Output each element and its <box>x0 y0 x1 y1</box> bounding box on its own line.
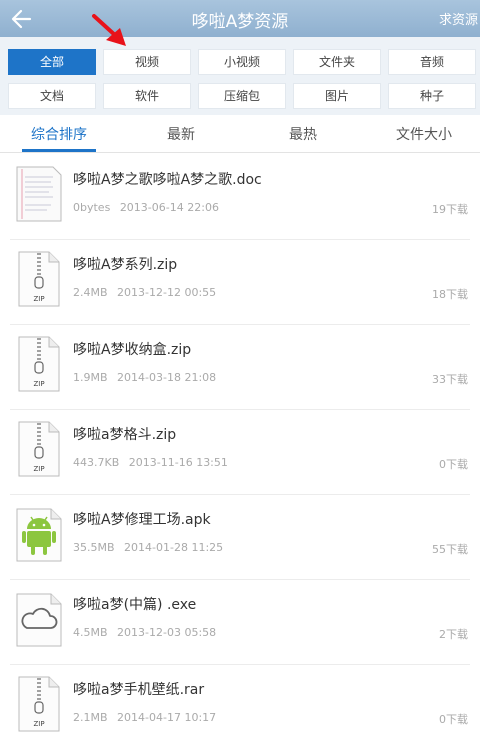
cloud-file-icon <box>16 593 62 647</box>
svg-text:ZIP: ZIP <box>33 465 44 473</box>
file-date: 2014-03-18 21:08 <box>117 371 217 384</box>
page-title: 哆啦A梦资源 <box>191 12 289 32</box>
file-size: 1.9MB <box>73 371 108 384</box>
file-date: 2013-11-16 13:51 <box>128 456 228 469</box>
svg-text:ZIP: ZIP <box>33 295 44 303</box>
file-size: 2.1MB <box>73 711 108 724</box>
filter-software[interactable]: 软件 <box>103 83 191 109</box>
filter-audio[interactable]: 音频 <box>388 49 476 75</box>
file-name: 哆啦A梦收纳盒.zip <box>73 342 192 358</box>
file-size: 2.4MB <box>73 286 108 299</box>
file-size: 35.5MB <box>73 541 115 554</box>
filter-image[interactable]: 图片 <box>293 83 381 109</box>
download-count: 2下载 <box>439 628 468 641</box>
filter-short-video[interactable]: 小视频 <box>198 49 286 75</box>
file-meta: 2.1MB 2014-04-17 10:17 <box>73 711 222 724</box>
list-item[interactable]: 哆啦A梦修理工场.apk 35.5MB 2014-01-28 11:25 55下… <box>0 495 480 580</box>
list-item[interactable]: ZIP 哆啦A梦系列.zip 2.4MB 2013-12-12 00:55 18… <box>0 240 480 325</box>
download-count: 0下载 <box>439 713 468 726</box>
file-meta: 35.5MB 2014-01-28 11:25 <box>73 541 229 554</box>
file-name: 哆啦A梦系列.zip <box>73 257 178 273</box>
list-item[interactable]: ZIP 哆啦A梦收纳盒.zip 1.9MB 2014-03-18 21:08 3… <box>0 325 480 410</box>
file-meta: 2.4MB 2013-12-12 00:55 <box>73 286 222 299</box>
category-filter-panel: 全部 视频 小视频 文件夹 音频 文档 软件 压缩包 图片 种子 <box>0 37 480 115</box>
download-count: 18下载 <box>432 288 468 301</box>
tab-hottest[interactable]: 最热 <box>253 124 353 144</box>
tab-file-size[interactable]: 文件大小 <box>374 124 474 144</box>
list-item[interactable]: ZIP 哆啦a梦手机壁纸.rar 2.1MB 2014-04-17 10:17 … <box>0 665 480 750</box>
zip-file-icon: ZIP <box>18 421 60 477</box>
svg-text:ZIP: ZIP <box>33 380 44 388</box>
sort-tabs: 综合排序 最新 最热 文件大小 <box>0 115 480 153</box>
file-meta: 0bytes 2013-06-14 22:06 <box>73 201 225 214</box>
filter-video[interactable]: 视频 <box>103 49 191 75</box>
top-bar: 哆啦A梦资源 求资源 <box>0 0 480 37</box>
file-date: 2014-04-17 10:17 <box>117 711 217 724</box>
file-name: 哆啦A梦之歌哆啦A梦之歌.doc <box>73 172 262 188</box>
android-apk-icon <box>16 508 62 562</box>
zip-file-icon: ZIP <box>18 251 60 307</box>
list-item[interactable]: ZIP 哆啦a梦格斗.zip 443.7KB 2013-11-16 13:51 … <box>0 410 480 495</box>
filter-all[interactable]: 全部 <box>8 49 96 75</box>
file-name: 哆啦a梦格斗.zip <box>73 427 177 443</box>
filter-archive[interactable]: 压缩包 <box>198 83 286 109</box>
file-meta: 443.7KB 2013-11-16 13:51 <box>73 456 234 469</box>
list-item[interactable]: 哆啦A梦之歌哆啦A梦之歌.doc 0bytes 2013-06-14 22:06… <box>0 155 480 240</box>
request-resource-button[interactable]: 求资源 <box>439 9 478 28</box>
file-name: 哆啦a梦手机壁纸.rar <box>73 682 205 698</box>
filter-torrent[interactable]: 种子 <box>388 83 476 109</box>
download-count: 0下载 <box>439 458 468 471</box>
zip-file-icon: ZIP <box>18 336 60 392</box>
file-size: 443.7KB <box>73 456 120 469</box>
doc-file-icon <box>16 166 62 222</box>
download-count: 55下载 <box>432 543 468 556</box>
file-size: 0bytes <box>73 201 111 214</box>
tab-comprehensive[interactable]: 综合排序 <box>9 124 109 144</box>
file-size: 4.5MB <box>73 626 108 639</box>
file-meta: 1.9MB 2014-03-18 21:08 <box>73 371 222 384</box>
filter-document[interactable]: 文档 <box>8 83 96 109</box>
zip-file-icon: ZIP <box>18 676 60 732</box>
filter-folder[interactable]: 文件夹 <box>293 49 381 75</box>
download-count: 19下载 <box>432 203 468 216</box>
tab-newest[interactable]: 最新 <box>131 124 231 144</box>
active-tab-indicator <box>22 149 96 152</box>
file-name: 哆啦A梦修理工场.apk <box>73 512 211 528</box>
file-meta: 4.5MB 2013-12-03 05:58 <box>73 626 222 639</box>
file-date: 2013-06-14 22:06 <box>119 201 219 214</box>
list-item[interactable]: 哆啦a梦(中篇) .exe 4.5MB 2013-12-03 05:58 2下载 <box>0 580 480 665</box>
file-date: 2013-12-12 00:55 <box>117 286 217 299</box>
svg-text:ZIP: ZIP <box>33 720 44 728</box>
file-date: 2013-12-03 05:58 <box>117 626 217 639</box>
download-count: 33下载 <box>432 373 468 386</box>
file-name: 哆啦a梦(中篇) .exe <box>73 597 197 613</box>
file-date: 2014-01-28 11:25 <box>124 541 224 554</box>
